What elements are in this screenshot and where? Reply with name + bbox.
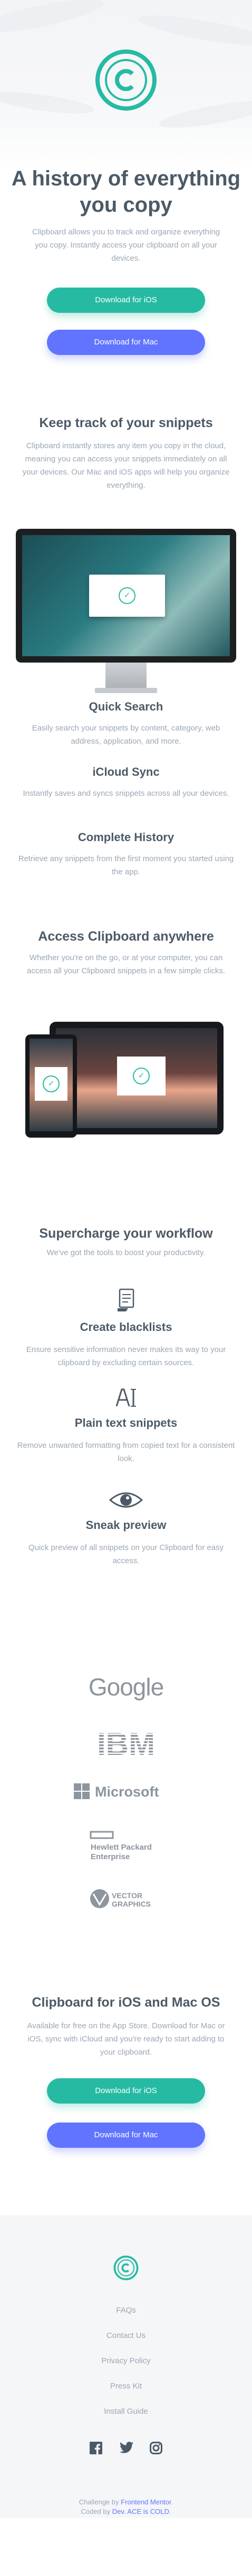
feature-title: Complete History: [77, 831, 175, 844]
download-mac-button[interactable]: Download for Mac: [47, 330, 205, 355]
hero-title: A history of everything you copy: [11, 167, 241, 216]
devices-mockup-image: ✓ ✓: [25, 1022, 227, 1143]
footer-link-privacy[interactable]: Privacy Policy: [0, 2356, 252, 2365]
ibm-logo-icon: IBM: [97, 1726, 155, 1762]
facebook-icon[interactable]: [90, 2442, 102, 2457]
ibm-logo: IBM: [0, 1726, 252, 1762]
twitter-icon[interactable]: [120, 2442, 133, 2456]
footer-link-faqs[interactable]: FAQs: [0, 2306, 252, 2315]
access-description: Whether you're on the go, or at your com…: [27, 953, 225, 975]
check-icon: ✓: [119, 587, 135, 604]
hero-description: Clipboard allows you to track and organi…: [32, 228, 220, 263]
hewlett-packard-enterprise-logo: Hewlett Packard Enterprise: [0, 1829, 252, 1867]
footer-link-install-guide[interactable]: Install Guide: [0, 2407, 252, 2416]
google-logo: Google: [88, 1673, 164, 1701]
access-section: Access Clipboard anywhere Whether you're…: [0, 906, 252, 1212]
attribution-coded: Coded by: [81, 2508, 111, 2515]
microsoft-logo-icon: Microsoft: [74, 1783, 159, 1800]
feature-description: Instantly saves and syncs snippets acros…: [23, 789, 229, 798]
instagram-icon[interactable]: [150, 2442, 162, 2457]
social-links: [0, 2442, 252, 2454]
ibm-logo-text: IBM: [97, 1729, 155, 1758]
features-section: Quick Search Easily search your snippets…: [0, 685, 252, 906]
footer-logo-icon[interactable]: [113, 2255, 139, 2281]
snippets-title: Keep track of your snippets: [39, 416, 213, 430]
download-mac-button[interactable]: Download for Mac: [47, 2123, 205, 2148]
blacklist-icon: [118, 1288, 134, 1311]
clipboard-logo-icon: [95, 50, 157, 111]
workflow-description: We've got the tools to boost your produc…: [46, 1248, 206, 1257]
tool-plain-text: Plain text snippets Remove unwanted form…: [0, 1387, 252, 1465]
microsoft-logo: Microsoft: [0, 1780, 252, 1806]
vector-line-1: VECTOR: [112, 1891, 142, 1900]
attribution: Challenge by Frontend Mentor. Coded by D…: [79, 2498, 173, 2515]
tool-description: Remove unwanted formatting from copied t…: [17, 1441, 235, 1463]
feature-description: Retrieve any snippets from the first mom…: [18, 854, 234, 876]
feature-title: iCloud Sync: [92, 765, 160, 778]
check-icon: ✓: [43, 1075, 60, 1092]
download-ios-button[interactable]: Download for iOS: [47, 288, 205, 313]
cta-title: Clipboard for iOS and Mac OS: [32, 1995, 220, 2010]
footer-link-contact[interactable]: Contact Us: [0, 2331, 252, 2340]
hero-section: A history of everything you copy Clipboa…: [0, 0, 252, 380]
hpe-line-1: Hewlett Packard: [91, 1843, 152, 1852]
check-icon: ✓: [133, 1068, 150, 1084]
author-link[interactable]: Dev. ACE is COLD: [112, 2508, 169, 2515]
footer-link-press-kit[interactable]: Press Kit: [0, 2382, 252, 2391]
tool-sneak-preview: Sneak preview Quick preview of all snipp…: [0, 1489, 252, 1567]
text-icon: [115, 1388, 136, 1407]
tool-blacklists: Create blacklists Ensure sensitive infor…: [0, 1287, 252, 1369]
access-title: Access Clipboard anywhere: [38, 929, 214, 944]
computer-mockup-image: ✓: [16, 529, 236, 693]
partner-logos-section: Google IBM Microsoft Hewlett Packard Ent…: [0, 1671, 252, 1994]
microsoft-logo-text: Microsoft: [95, 1784, 159, 1800]
vector-line-2: GRAPHICS: [112, 1900, 151, 1908]
hpe-line-2: Enterprise: [91, 1852, 130, 1861]
feature-title: Quick Search: [89, 700, 163, 713]
attribution-prefix: Challenge by: [79, 2498, 119, 2506]
frontend-mentor-link[interactable]: Frontend Mentor: [121, 2498, 171, 2506]
vector-graphics-logo: VECTOR GRAPHICS: [0, 1886, 252, 1914]
tool-title: Plain text snippets: [74, 1416, 178, 1429]
workflow-section: Supercharge your workflow We've got the …: [0, 1212, 252, 1671]
download-ios-button[interactable]: Download for iOS: [47, 2078, 205, 2104]
tool-description: Quick preview of all snippets on your Cl…: [28, 1543, 224, 1565]
snippets-section: Keep track of your snippets Clipboard in…: [0, 380, 252, 693]
cta-section: Clipboard for iOS and Mac OS Available f…: [0, 1994, 252, 2215]
tool-description: Ensure sensitive information never makes…: [26, 1345, 226, 1367]
footer: FAQs Contact Us Privacy Policy Press Kit…: [0, 2215, 252, 2518]
workflow-title: Supercharge your workflow: [39, 1226, 213, 1241]
snippets-description: Clipboard instantly stores any item you …: [22, 441, 230, 490]
vector-graphics-logo-icon: VECTOR GRAPHICS: [90, 1889, 151, 1908]
eye-icon: [109, 1492, 143, 1508]
hpe-logo-icon: Hewlett Packard Enterprise: [90, 1831, 152, 1861]
cta-description: Available for free on the App Store. Dow…: [27, 2021, 225, 2057]
tool-title: Sneak preview: [85, 1518, 167, 1532]
feature-description: Easily search your snippets by content, …: [32, 724, 220, 746]
tool-title: Create blacklists: [80, 1320, 172, 1334]
